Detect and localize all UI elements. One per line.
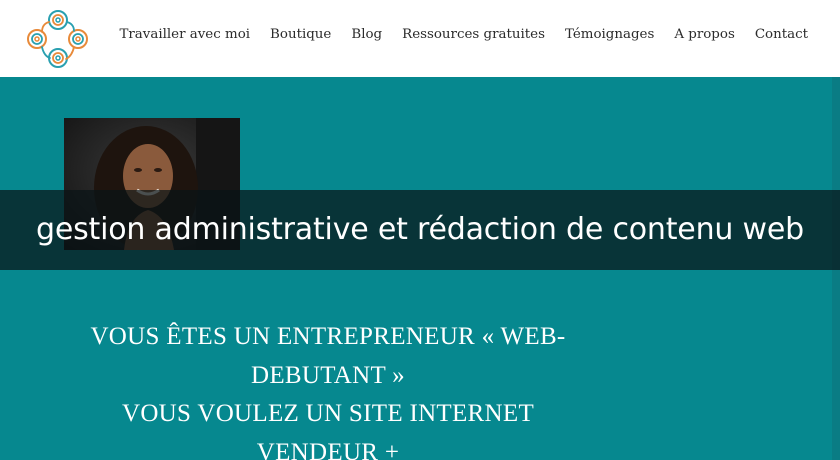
caption-overlay: gestion administrative et rédaction de c… (0, 190, 840, 270)
nav-item-temoignages[interactable]: Témoignages (565, 27, 654, 42)
hero-headline: VOUS ÊTES UN ENTREPRENEUR « WEB- DEBUTAN… (60, 318, 596, 460)
headline-line: VOUS ÊTES UN ENTREPRENEUR « WEB- (90, 323, 566, 350)
headline-line: DEBUTANT » (250, 361, 405, 389)
nav-item-blog[interactable]: Blog (351, 27, 382, 42)
site-logo[interactable] (22, 6, 92, 72)
main-nav: Travailler avec moi Boutique Blog Ressou… (119, 27, 808, 42)
nav-item-travailler[interactable]: Travailler avec moi (119, 27, 250, 42)
site-header: Travailler avec moi Boutique Blog Ressou… (0, 0, 840, 78)
headline-line: VENDEUR + (256, 438, 400, 460)
headline-line: VOUS VOULEZ UN SITE INTERNET (121, 400, 535, 427)
nav-item-boutique[interactable]: Boutique (270, 27, 331, 42)
nav-item-contact[interactable]: Contact (755, 27, 808, 42)
swirl-logo-icon (27, 10, 88, 68)
nav-item-ressources[interactable]: Ressources gratuites (402, 27, 545, 42)
caption-title: gestion administrative et rédaction de c… (36, 212, 804, 247)
nav-item-apropos[interactable]: A propos (674, 27, 734, 42)
